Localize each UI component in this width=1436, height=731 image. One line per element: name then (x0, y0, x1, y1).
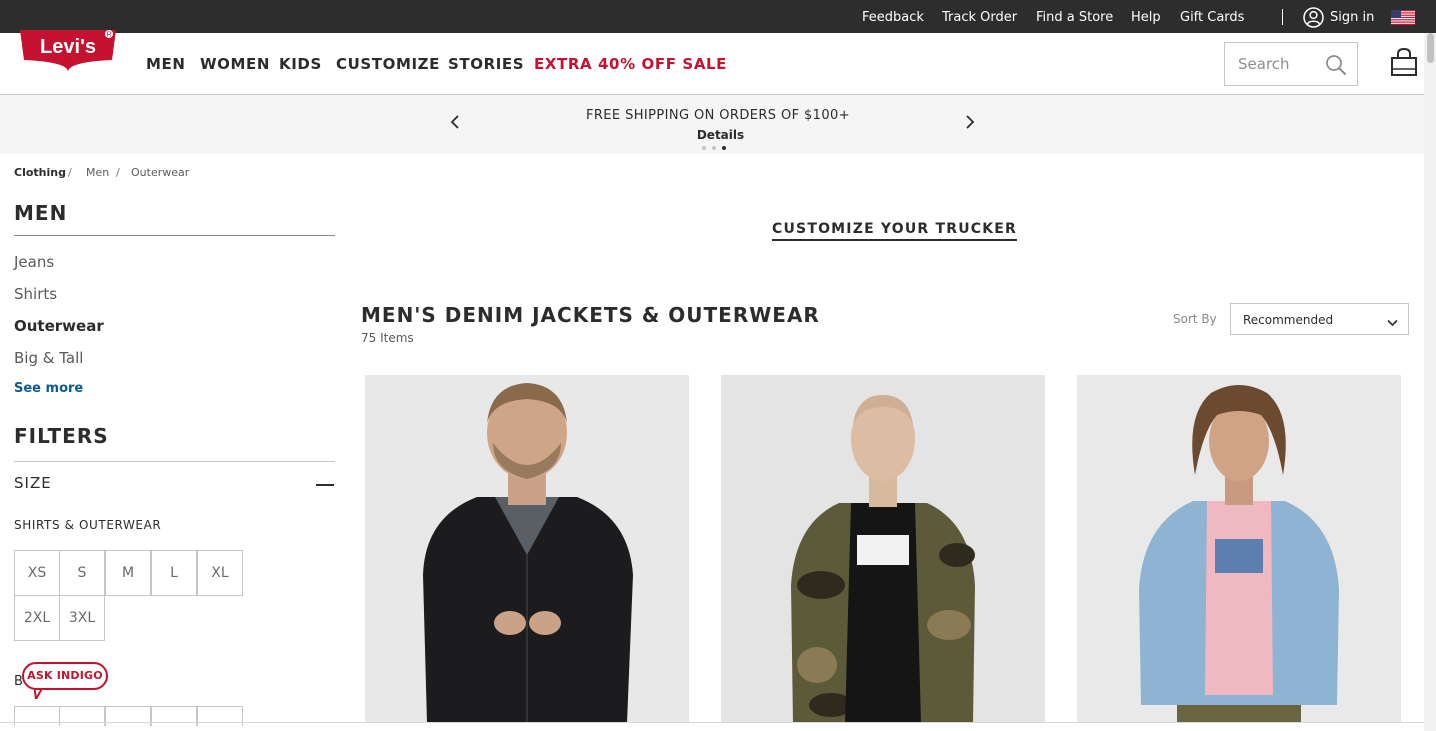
svg-text:Levi's: Levi's (40, 36, 96, 58)
page-scrollbar[interactable] (1424, 33, 1436, 731)
nav-customize[interactable]: CUSTOMIZE (336, 55, 440, 73)
site-header: Levi's R MEN WOMEN KIDS CUSTOMIZE STORIE… (0, 30, 1424, 95)
utility-divider (1282, 9, 1283, 25)
scroll-thumb[interactable] (1427, 33, 1434, 63)
promo-dot-1[interactable] (702, 146, 706, 150)
sidebar-item-jeans[interactable]: Jeans (14, 253, 54, 271)
product-image-light-wash-trucker[interactable] (1077, 375, 1401, 723)
item-count: 75 Items (361, 331, 414, 345)
promo-dot-2[interactable] (712, 146, 716, 150)
utility-bar: Feedback Track Order Find a Store Help G… (0, 0, 1436, 33)
search-icon[interactable] (1325, 54, 1347, 76)
filters-divider (14, 461, 335, 462)
sort-select[interactable]: Recommended (1230, 303, 1409, 335)
nav-kids[interactable]: KIDS (279, 55, 322, 73)
promo-next-arrow-icon[interactable] (964, 114, 976, 130)
sidebar-category-title: MEN (14, 201, 68, 225)
size-option[interactable] (59, 706, 105, 726)
nav-men[interactable]: MEN (146, 55, 186, 73)
nav-stories[interactable]: STORIES (448, 55, 524, 73)
size-option[interactable] (197, 706, 243, 726)
product-image-black-trucker[interactable] (365, 375, 689, 723)
sidebar-item-big-tall[interactable]: Big & Tall (14, 349, 83, 367)
size-option-l[interactable]: L (151, 550, 197, 596)
sidebar-item-outerwear[interactable]: Outerwear (14, 317, 104, 335)
size-option[interactable] (151, 706, 197, 726)
account-icon[interactable] (1303, 7, 1324, 28)
search-input[interactable] (1225, 43, 1321, 85)
breadcrumb-men[interactable]: Men (86, 166, 109, 179)
size-option-xl[interactable]: XL (197, 550, 243, 596)
size-filter-label[interactable]: SIZE (14, 474, 52, 492)
us-flag-icon[interactable] (1391, 10, 1415, 25)
size-group-label: SHIRTS & OUTERWEAR (14, 518, 162, 532)
levis-logo[interactable]: Levi's R (18, 30, 118, 76)
size-option[interactable] (105, 706, 151, 726)
track-order-link[interactable]: Track Order (942, 10, 1017, 25)
size-option-2xl[interactable]: 2XL (14, 595, 60, 641)
nav-sale[interactable]: EXTRA 40% OFF SALE (534, 55, 727, 73)
promo-dot-3[interactable] (722, 146, 726, 150)
breadcrumb-clothing[interactable]: Clothing (14, 166, 66, 179)
product-image-camo-jacket[interactable] (721, 375, 1045, 723)
size-option-3xl[interactable]: 3XL (59, 595, 105, 641)
ask-indigo-label[interactable]: ASK INDIGO (22, 662, 108, 690)
page-title: MEN'S DENIM JACKETS & OUTERWEAR (361, 303, 820, 327)
search-box[interactable] (1224, 42, 1358, 86)
promo-details-link[interactable]: Details (0, 128, 1436, 142)
breadcrumb-outerwear: Outerwear (131, 166, 190, 179)
sort-label: Sort By (1173, 312, 1217, 326)
find-a-store-link[interactable]: Find a Store (1036, 10, 1113, 25)
breadcrumb-separator: / (68, 166, 72, 179)
sidebar-divider (14, 235, 335, 236)
breadcrumb-separator: / (116, 166, 120, 179)
size-option-m[interactable]: M (105, 550, 151, 596)
shopping-bag-icon[interactable] (1390, 47, 1418, 77)
chevron-down-icon (1387, 319, 1398, 327)
sidebar-item-shirts[interactable]: Shirts (14, 285, 57, 303)
help-link[interactable]: Help (1131, 10, 1161, 25)
collapse-minus-icon[interactable] (316, 484, 334, 486)
size-option-s[interactable]: S (59, 550, 105, 596)
promo-banner: FREE SHIPPING ON ORDERS OF $100+ Details (0, 95, 1424, 154)
nav-women[interactable]: WOMEN (200, 55, 270, 73)
size-option[interactable] (14, 706, 60, 726)
see-more-link[interactable]: See more (14, 381, 83, 396)
product-tile-camo-jacket[interactable] (721, 375, 1045, 723)
feedback-link[interactable]: Feedback (862, 10, 924, 25)
ask-indigo-chat-button[interactable]: ASK INDIGO (22, 662, 110, 700)
sort-selected-value: Recommended (1243, 313, 1334, 327)
promo-message: FREE SHIPPING ON ORDERS OF $100+ (586, 108, 850, 123)
filters-title: FILTERS (14, 424, 109, 448)
customize-trucker-link[interactable]: CUSTOMIZE YOUR TRUCKER (772, 221, 1018, 241)
product-tile-light-wash-trucker[interactable] (1077, 375, 1401, 723)
svg-text:R: R (106, 32, 111, 39)
page-bottom-divider (0, 722, 1424, 723)
size-option-xs[interactable]: XS (14, 550, 60, 596)
gift-cards-link[interactable]: Gift Cards (1180, 10, 1244, 25)
product-tile-black-trucker[interactable] (365, 375, 689, 723)
sign-in-link[interactable]: Sign in (1330, 10, 1374, 25)
